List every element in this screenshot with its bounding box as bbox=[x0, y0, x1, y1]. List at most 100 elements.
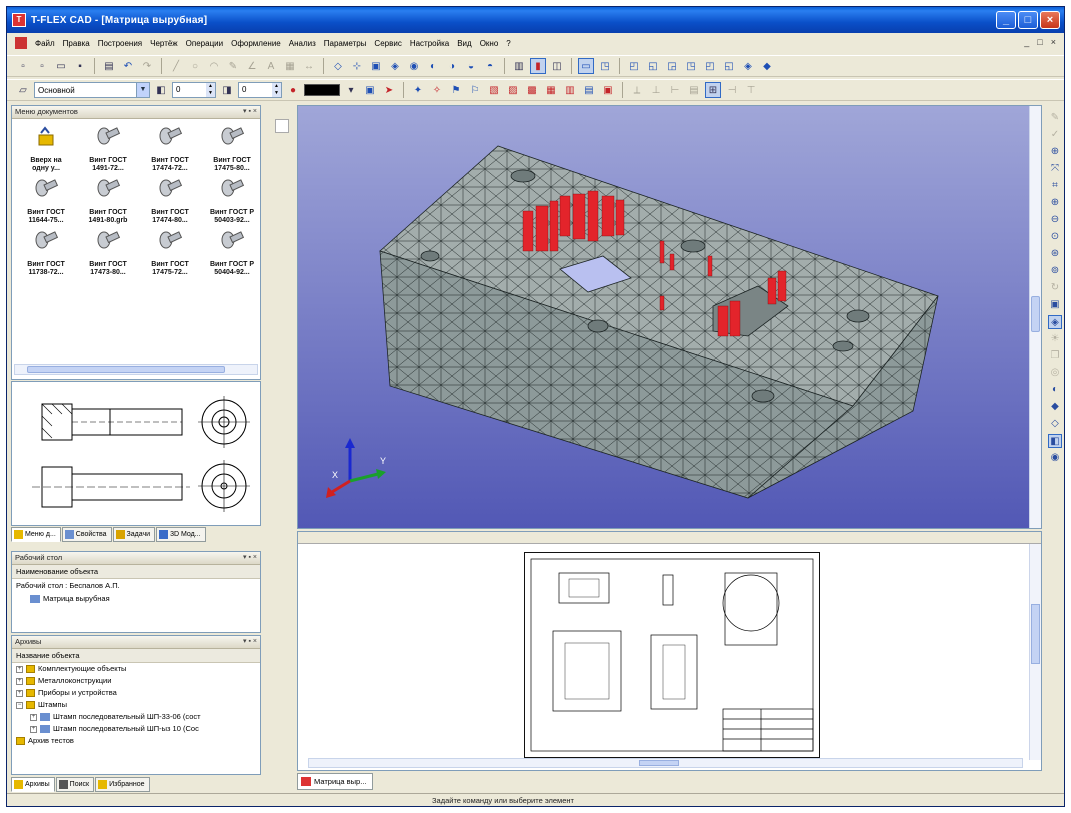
maximize-button[interactable]: □ bbox=[1018, 11, 1038, 29]
drawing-scrollbar-horizontal[interactable] bbox=[308, 758, 1023, 768]
spin-arrows-icon[interactable]: ▲ ▼ bbox=[206, 83, 215, 97]
symbol-icon[interactable]: ⊞ bbox=[705, 82, 721, 98]
menu-drawing[interactable]: Чертёж bbox=[146, 39, 182, 48]
menu-service[interactable]: Сервис bbox=[370, 39, 405, 48]
menu-file[interactable]: Файл bbox=[31, 39, 59, 48]
chevron-down-icon[interactable]: ▾ bbox=[343, 82, 359, 98]
new-file-icon[interactable]: ▫ bbox=[15, 58, 31, 74]
filter-text-icon[interactable]: ▤ bbox=[581, 82, 597, 98]
workplane-icon[interactable]: ◇ bbox=[330, 58, 346, 74]
menu-view[interactable]: Вид bbox=[453, 39, 475, 48]
view-iso-icon[interactable]: ◈ bbox=[740, 58, 756, 74]
light-icon[interactable]: ☀ bbox=[1048, 332, 1062, 346]
pin-icon[interactable]: ▾ ▪ × bbox=[243, 636, 257, 648]
view-right-icon[interactable]: ◳ bbox=[683, 58, 699, 74]
grid-icon[interactable]: ▥ bbox=[511, 58, 527, 74]
pencil-icon[interactable]: ✎ bbox=[225, 58, 241, 74]
boolean-icon[interactable]: ◐ bbox=[425, 58, 441, 74]
redo-icon[interactable]: ↷ bbox=[139, 58, 155, 74]
arc-icon[interactable]: ◠ bbox=[206, 58, 222, 74]
3d-viewport[interactable]: X Y bbox=[297, 105, 1042, 529]
shaded-icon[interactable]: ◧ bbox=[1048, 434, 1062, 448]
align-icon[interactable]: ⊥ bbox=[648, 82, 664, 98]
library-item-up[interactable]: Вверх на одну у... bbox=[16, 125, 76, 173]
expand-icon[interactable]: + bbox=[16, 665, 23, 673]
library-item-bolt[interactable]: Винт ГОСТ Р 50404-92... bbox=[202, 229, 262, 277]
spin-arrows-icon[interactable]: ▲ ▼ bbox=[272, 83, 281, 97]
view-front-icon[interactable]: ◰ bbox=[626, 58, 642, 74]
filter-line-icon[interactable]: ▥ bbox=[562, 82, 578, 98]
mdi-minimize-button[interactable]: _ bbox=[1024, 37, 1029, 47]
copy-icon[interactable]: ❐ bbox=[1048, 349, 1062, 363]
drawing-sheet[interactable] bbox=[524, 552, 820, 758]
print-icon[interactable]: ▤ bbox=[101, 58, 117, 74]
filter-body-icon[interactable]: ▨ bbox=[505, 82, 521, 98]
tab-search[interactable]: Поиск bbox=[55, 777, 95, 792]
explode-icon[interactable]: ◆ bbox=[1048, 400, 1062, 414]
expand-icon[interactable]: + bbox=[16, 677, 23, 685]
tab-document-menu[interactable]: Меню д... bbox=[11, 527, 61, 542]
rotate-icon[interactable]: ◈ bbox=[387, 58, 403, 74]
library-scrollbar[interactable] bbox=[14, 364, 258, 375]
snap-point-icon[interactable]: ✧ bbox=[429, 82, 445, 98]
library-item-bolt[interactable]: Винт ГОСТ 17474-80... bbox=[140, 177, 200, 225]
model-icon[interactable]: ▮ bbox=[530, 58, 546, 74]
viewport-scrollbar[interactable] bbox=[1029, 106, 1041, 528]
view-top-icon[interactable]: ◰ bbox=[702, 58, 718, 74]
shell-icon[interactable]: ◓ bbox=[482, 58, 498, 74]
undo-icon[interactable]: ↶ bbox=[120, 58, 136, 74]
display-icon[interactable]: ▣ bbox=[362, 82, 378, 98]
tab-3d-model[interactable]: 3D Мод... bbox=[156, 527, 206, 542]
tree-item[interactable]: + Штамп последовательный ШП-ыз 10 (Сос bbox=[12, 723, 260, 735]
tab-tasks[interactable]: Задачи bbox=[112, 527, 156, 542]
measure-icon[interactable]: ⟂ bbox=[629, 82, 645, 98]
menu-analysis[interactable]: Анализ bbox=[285, 39, 320, 48]
render-icon[interactable]: ◈ bbox=[1048, 315, 1062, 329]
filter-edge-icon[interactable]: ⚐ bbox=[467, 82, 483, 98]
expand-icon[interactable]: + bbox=[30, 725, 37, 733]
filter-all-icon[interactable]: ▣ bbox=[600, 82, 616, 98]
camera-icon[interactable]: ◎ bbox=[1048, 366, 1062, 380]
drawing-scrollbar-vertical[interactable] bbox=[1029, 544, 1041, 760]
list-item[interactable]: Матрица вырубная bbox=[12, 592, 260, 605]
layer-combo[interactable]: Основной ▼ bbox=[34, 82, 150, 98]
tree-item[interactable]: − Штампы bbox=[12, 699, 260, 711]
minimize-button[interactable]: _ bbox=[996, 11, 1016, 29]
zoom-in-icon[interactable]: ⊕ bbox=[1048, 196, 1062, 210]
library-item-bolt[interactable]: Винт ГОСТ 11644-75... bbox=[16, 177, 76, 225]
menu-annotation[interactable]: Оформление bbox=[227, 39, 285, 48]
display-mode-icon[interactable]: ▣ bbox=[1048, 298, 1062, 312]
library-item-bolt[interactable]: Винт ГОСТ Р 50403-92... bbox=[202, 177, 262, 225]
view-custom-icon[interactable]: ◆ bbox=[759, 58, 775, 74]
tree-item[interactable]: + Комплектующие объекты bbox=[12, 663, 260, 675]
extrude-icon[interactable]: ▣ bbox=[368, 58, 384, 74]
library-item-bolt[interactable]: Винт ГОСТ 11738-72... bbox=[16, 229, 76, 277]
library-item-bolt[interactable]: Винт ГОСТ 1491-80.grb bbox=[78, 177, 138, 225]
assembly-view-icon[interactable]: ◇ bbox=[1048, 417, 1062, 431]
zoom-window-icon[interactable]: ⌗ bbox=[1048, 179, 1062, 193]
select-icon[interactable]: ➤ bbox=[381, 82, 397, 98]
tab-document[interactable]: Матрица выр... bbox=[297, 773, 374, 790]
material-icon[interactable]: ◉ bbox=[1048, 451, 1062, 465]
menu-help[interactable]: ? bbox=[502, 39, 514, 48]
new-3d-icon[interactable]: ▫ bbox=[34, 58, 50, 74]
hatch-icon[interactable]: ▦ bbox=[282, 58, 298, 74]
section-icon[interactable]: ◐ bbox=[1048, 383, 1062, 397]
filter-op-icon[interactable]: ▩ bbox=[524, 82, 540, 98]
view-back-icon[interactable]: ◱ bbox=[645, 58, 661, 74]
library-item-bolt[interactable]: Винт ГОСТ 17475-80... bbox=[202, 125, 262, 173]
sketch-icon[interactable]: ∠ bbox=[244, 58, 260, 74]
pin-icon[interactable]: ▾ ▪ × bbox=[243, 552, 257, 564]
pin-icon[interactable]: ⊣ bbox=[724, 82, 740, 98]
chevron-down-icon[interactable]: ▼ bbox=[136, 83, 149, 97]
library-item-bolt[interactable]: Винт ГОСТ 17475-72... bbox=[140, 229, 200, 277]
menu-edit[interactable]: Правка bbox=[59, 39, 94, 48]
zoom-icon[interactable]: ⊕ bbox=[1048, 145, 1062, 159]
mdi-close-button[interactable]: × bbox=[1051, 37, 1056, 47]
level-spinner[interactable]: 0 ▲ ▼ bbox=[172, 82, 216, 98]
table-icon[interactable]: ▤ bbox=[686, 82, 702, 98]
dimension-icon[interactable]: ↔ bbox=[301, 58, 317, 74]
library-item-bolt[interactable]: Винт ГОСТ 1491-72... bbox=[78, 125, 138, 173]
refresh-icon[interactable]: ↻ bbox=[1048, 281, 1062, 295]
tree-item[interactable]: Архив тестов bbox=[12, 735, 260, 747]
